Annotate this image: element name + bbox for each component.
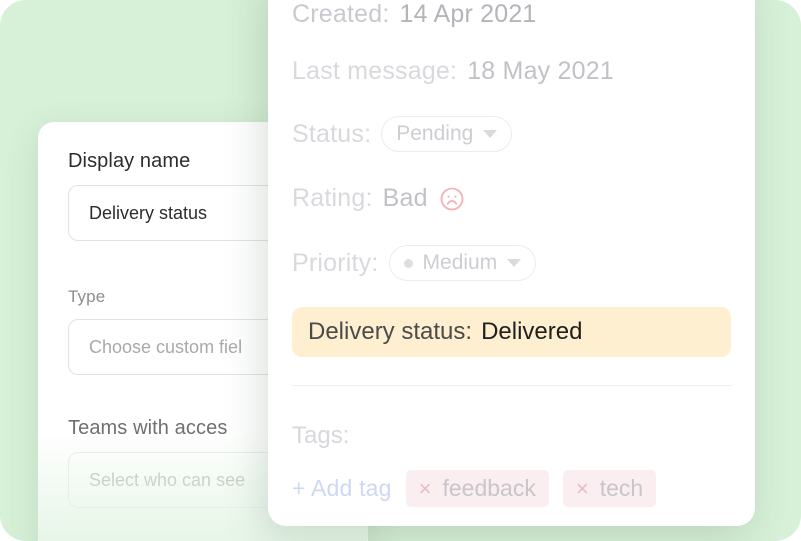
add-tag-button[interactable]: + Add tag: [292, 475, 392, 502]
rating-label: Rating:: [292, 184, 373, 212]
chevron-down-icon: [507, 259, 522, 267]
tag-label: tech: [599, 475, 644, 501]
priority-dot-icon: [403, 258, 413, 268]
priority-label: Priority:: [292, 248, 379, 277]
last-message-value: 18 May 2021: [467, 57, 614, 85]
priority-value: Medium: [422, 251, 498, 274]
tags-label: Tags:: [292, 422, 350, 449]
last-message-label: Last message:: [292, 57, 458, 85]
section-divider: [292, 385, 732, 386]
tag-chip[interactable]: × tech: [562, 470, 657, 507]
priority-dropdown[interactable]: Medium: [388, 245, 537, 281]
status-row: Status: Pending: [292, 116, 731, 152]
status-value: Pending: [396, 122, 474, 145]
status-dropdown[interactable]: Pending: [381, 116, 513, 152]
app-background: Display name Delivery status Type Choose…: [0, 0, 801, 541]
sad-face-icon: [438, 185, 466, 213]
delivery-status-value: Delivered: [481, 318, 583, 345]
remove-tag-icon[interactable]: ×: [419, 477, 432, 500]
created-label: Created:: [292, 0, 390, 28]
created-value: 14 Apr 2021: [399, 0, 537, 28]
delivery-status-highlight-row: Delivery status: Delivered: [292, 307, 731, 357]
priority-row: Priority: Medium: [292, 245, 731, 281]
tag-chip[interactable]: × feedback: [405, 470, 549, 507]
created-row: Created: 14 Apr 2021: [292, 0, 731, 29]
tag-label: feedback: [442, 475, 536, 501]
ticket-detail-card: Created: 14 Apr 2021 Last message: 18 Ma…: [268, 0, 755, 526]
chevron-down-icon: [483, 130, 498, 138]
status-label: Status:: [292, 119, 372, 148]
last-message-row: Last message: 18 May 2021: [292, 57, 731, 86]
tags-row: + Add tag × feedback × tech: [292, 470, 731, 507]
rating-value: Bad: [382, 184, 428, 212]
remove-tag-icon[interactable]: ×: [576, 477, 589, 500]
rating-row: Rating: Bad: [292, 184, 731, 213]
delivery-status-label: Delivery status:: [308, 318, 473, 345]
